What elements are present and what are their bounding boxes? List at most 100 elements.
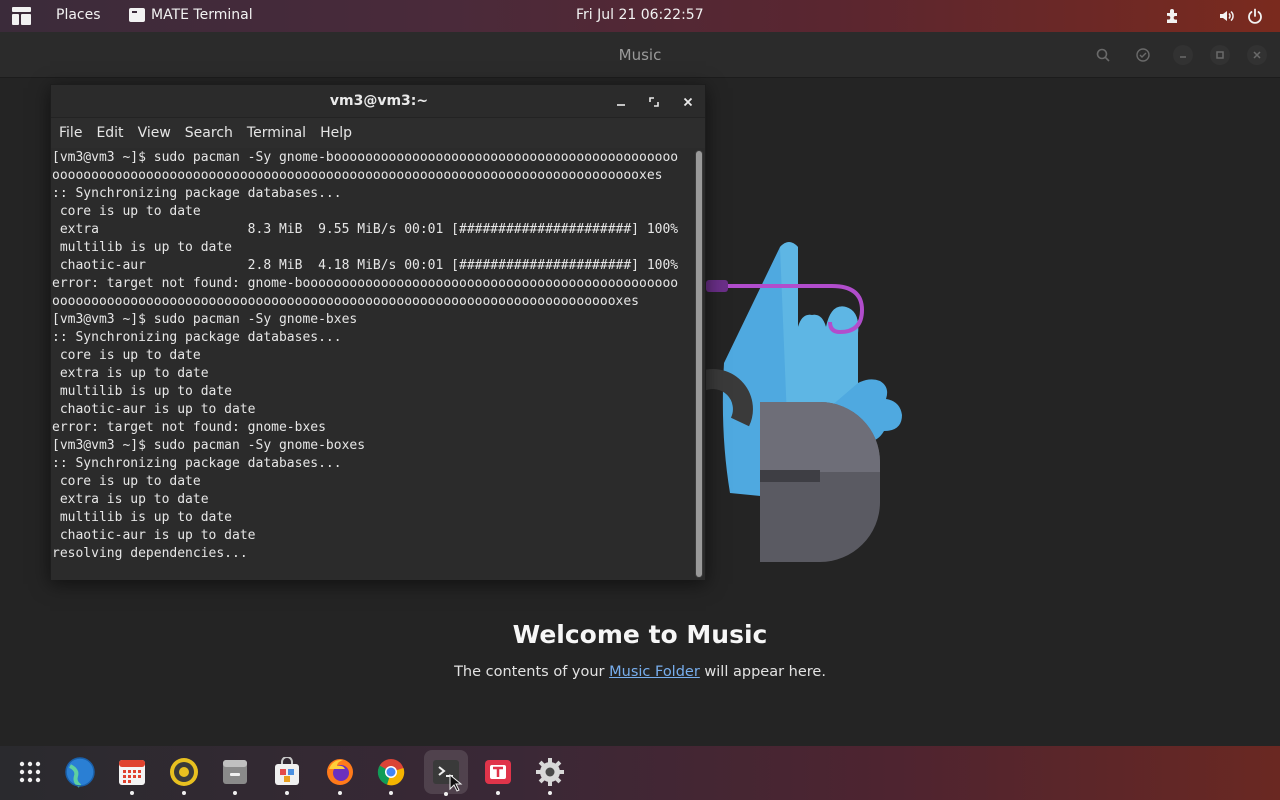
- software-store-icon: [275, 757, 299, 785]
- music-illustration: [700, 242, 902, 562]
- terminal-line: core is up to date: [52, 348, 201, 363]
- files-icon: [223, 760, 247, 784]
- terminal-line: oooooooooooooooooooooooooooooooooooooooo…: [52, 168, 663, 183]
- terminal-line: extra is up to date: [52, 492, 209, 507]
- maximize-icon: [1216, 51, 1224, 59]
- places-menu[interactable]: Places: [56, 7, 101, 23]
- dock-app-grid[interactable]: [12, 754, 48, 790]
- running-indicator: [338, 791, 342, 795]
- running-indicator: [548, 791, 552, 795]
- app-menu-icon[interactable]: [12, 7, 31, 25]
- running-indicator: [444, 792, 448, 796]
- web-browser-icon: [65, 757, 95, 788]
- terminal-title: vm3@vm3:~: [329, 93, 429, 109]
- dock-firefox[interactable]: [322, 754, 358, 795]
- music-maximize-button[interactable]: [1210, 45, 1230, 65]
- typora-icon: [485, 760, 511, 784]
- terminal-menubar: File Edit View Search Terminal Help: [51, 118, 705, 148]
- search-icon: [1096, 48, 1110, 62]
- firefox-icon: [327, 759, 353, 785]
- terminal-line: chaotic-aur is up to date: [52, 528, 256, 543]
- menu-search[interactable]: Search: [185, 125, 233, 141]
- welcome-prefix: The contents of your: [454, 664, 610, 680]
- welcome-heading: Welcome to Music: [512, 620, 768, 649]
- terminal-line: extra 8.3 MiB 9.55 MiB/s 00:01 [########…: [52, 222, 679, 237]
- dock-files[interactable]: [217, 754, 253, 795]
- minimize-icon: [617, 104, 625, 106]
- terminal-small-icon: [129, 8, 145, 22]
- mouse-cursor-icon: [449, 774, 463, 792]
- minimize-icon: [1180, 56, 1186, 58]
- terminal-window[interactable]: vm3@vm3:~ File Edit View Search Terminal…: [50, 84, 706, 580]
- rhythmbox-icon: [170, 758, 198, 786]
- menu-help[interactable]: Help: [320, 125, 352, 141]
- selection-check-icon: [1136, 48, 1150, 62]
- dock-chrome[interactable]: [373, 754, 409, 795]
- running-indicator: [182, 791, 186, 795]
- app-grid-icon: [19, 761, 41, 783]
- terminal-scroll-thumb[interactable]: [696, 151, 702, 577]
- running-indicator: [285, 791, 289, 795]
- music-headerbar: Music: [0, 32, 1280, 78]
- terminal-maximize-button[interactable]: [644, 92, 664, 112]
- top-panel: Places MATE Terminal Fri Jul 21 06:22:57: [0, 0, 1280, 32]
- search-button[interactable]: [1093, 45, 1113, 65]
- running-indicator: [233, 791, 237, 795]
- terminal-line: :: Synchronizing package databases...: [52, 456, 342, 471]
- chrome-icon: [377, 759, 405, 786]
- terminal-line: core is up to date: [52, 204, 201, 219]
- music-close-button[interactable]: [1247, 45, 1267, 65]
- terminal-output[interactable]: [vm3@vm3 ~]$ sudo pacman -Sy gnome-boooo…: [51, 148, 705, 580]
- music-folder-link[interactable]: Music Folder: [609, 664, 700, 680]
- terminal-line: extra is up to date: [52, 366, 209, 381]
- terminal-line: multilib is up to date: [52, 384, 233, 399]
- terminal-line: chaotic-aur is up to date: [52, 402, 256, 417]
- terminal-line: :: Synchronizing package databases...: [52, 330, 342, 345]
- terminal-line: :: Synchronizing package databases...: [52, 186, 342, 201]
- close-icon: [1253, 51, 1261, 59]
- terminal-line: resolving dependencies...: [52, 546, 248, 561]
- active-app-label: MATE Terminal: [151, 7, 253, 23]
- dock-terminal[interactable]: [424, 750, 468, 796]
- clock[interactable]: Fri Jul 21 06:22:57: [576, 7, 704, 23]
- terminal-line: error: target not found: gnome-bxes: [52, 420, 326, 435]
- dock-web-browser[interactable]: [62, 754, 98, 790]
- volume-icon[interactable]: [1218, 7, 1236, 25]
- dock-settings[interactable]: [532, 754, 568, 795]
- menu-view[interactable]: View: [138, 125, 171, 141]
- power-icon[interactable]: [1246, 7, 1264, 25]
- menu-terminal[interactable]: Terminal: [247, 125, 306, 141]
- select-button[interactable]: [1133, 45, 1153, 65]
- maximize-icon: [649, 97, 659, 107]
- terminal-line: [vm3@vm3 ~]$ sudo pacman -Sy gnome-boxes: [52, 438, 366, 453]
- dock-rhythmbox[interactable]: [166, 754, 202, 795]
- terminal-close-button[interactable]: [678, 92, 698, 112]
- dock-calendar[interactable]: [114, 754, 150, 795]
- welcome-suffix: will appear here.: [699, 664, 826, 680]
- dock: [0, 746, 1280, 800]
- close-icon: [683, 97, 693, 107]
- calendar-icon: [119, 760, 145, 785]
- terminal-line: [vm3@vm3 ~]$ sudo pacman -Sy gnome-boooo…: [52, 150, 679, 165]
- terminal-scrollbar[interactable]: [695, 150, 703, 578]
- menu-file[interactable]: File: [59, 125, 82, 141]
- active-app-menu[interactable]: MATE Terminal: [129, 7, 253, 23]
- terminal-line: chaotic-aur 2.8 MiB 4.18 MiB/s 00:01 [##…: [52, 258, 679, 273]
- terminal-line: error: target not found: gnome-boooooooo…: [52, 276, 679, 291]
- terminal-titlebar[interactable]: vm3@vm3:~: [51, 85, 705, 118]
- settings-icon: [536, 758, 564, 786]
- running-indicator: [130, 791, 134, 795]
- terminal-line: multilib is up to date: [52, 240, 233, 255]
- dock-typora[interactable]: [480, 754, 516, 795]
- running-indicator: [496, 791, 500, 795]
- extensions-icon[interactable]: [1164, 7, 1182, 25]
- terminal-line: core is up to date: [52, 474, 201, 489]
- running-indicator: [389, 791, 393, 795]
- terminal-line: oooooooooooooooooooooooooooooooooooooooo…: [52, 294, 639, 309]
- terminal-text: [vm3@vm3 ~]$ sudo pacman -Sy gnome-boooo…: [52, 149, 678, 563]
- menu-edit[interactable]: Edit: [96, 125, 123, 141]
- dock-software-store[interactable]: [269, 754, 305, 795]
- music-minimize-button[interactable]: [1173, 45, 1193, 65]
- terminal-minimize-button[interactable]: [611, 92, 631, 112]
- music-window-title: Music: [618, 46, 662, 64]
